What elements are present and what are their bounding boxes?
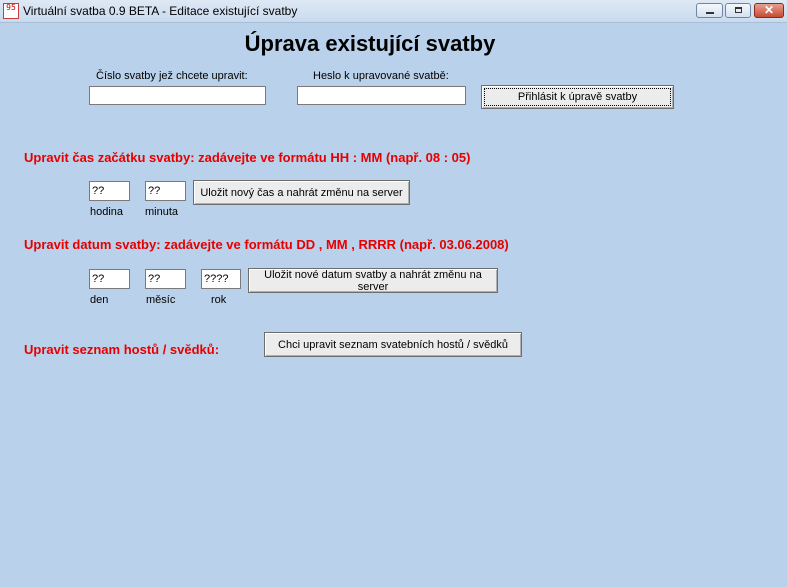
edit-guests-button[interactable]: Chci upravit seznam svatebních hostů / s…: [264, 332, 522, 357]
guests-instruction: Upravit seznam hostů / svědků:: [24, 342, 220, 357]
maximize-icon: [735, 7, 742, 13]
wedding-number-label: Číslo svatby jež chcete upravit:: [96, 70, 248, 82]
hour-input[interactable]: [89, 181, 130, 201]
password-input[interactable]: [297, 86, 466, 105]
day-input[interactable]: [89, 269, 130, 289]
wedding-number-input[interactable]: [89, 86, 266, 105]
app-icon: 95: [3, 3, 19, 19]
day-label: den: [90, 294, 109, 306]
login-button[interactable]: Přihlásit k úpravě svatby: [481, 85, 674, 109]
window-title: Virtuální svatba 0.9 BETA - Editace exis…: [23, 4, 298, 18]
minute-input[interactable]: [145, 181, 186, 201]
save-date-button[interactable]: Uložit nové datum svatby a nahrát změnu …: [248, 268, 498, 293]
month-label: měsíc: [146, 294, 176, 306]
password-label: Heslo k upravované svatbě:: [313, 70, 449, 82]
minimize-button[interactable]: [696, 3, 723, 18]
minute-label: minuta: [145, 206, 179, 218]
save-time-button[interactable]: Uložit nový čas a nahrát změnu na server: [193, 180, 410, 205]
maximize-button[interactable]: [725, 3, 751, 18]
time-instruction: Upravit čas začátku svatby: zadávejte ve…: [24, 150, 471, 165]
year-input[interactable]: [201, 269, 241, 289]
month-input[interactable]: [145, 269, 186, 289]
date-instruction: Upravit datum svatby: zadávejte ve formá…: [24, 237, 509, 252]
year-label: rok: [211, 294, 227, 306]
app-window: 95 Virtuální svatba 0.9 BETA - Editace e…: [0, 0, 787, 587]
minimize-icon: [706, 12, 714, 14]
title-bar[interactable]: 95 Virtuální svatba 0.9 BETA - Editace e…: [0, 0, 787, 23]
close-icon: ✕: [763, 3, 775, 17]
page-title: Úprava existující svatby: [244, 31, 496, 56]
hour-label: hodina: [90, 206, 124, 218]
close-button[interactable]: ✕: [754, 3, 784, 18]
